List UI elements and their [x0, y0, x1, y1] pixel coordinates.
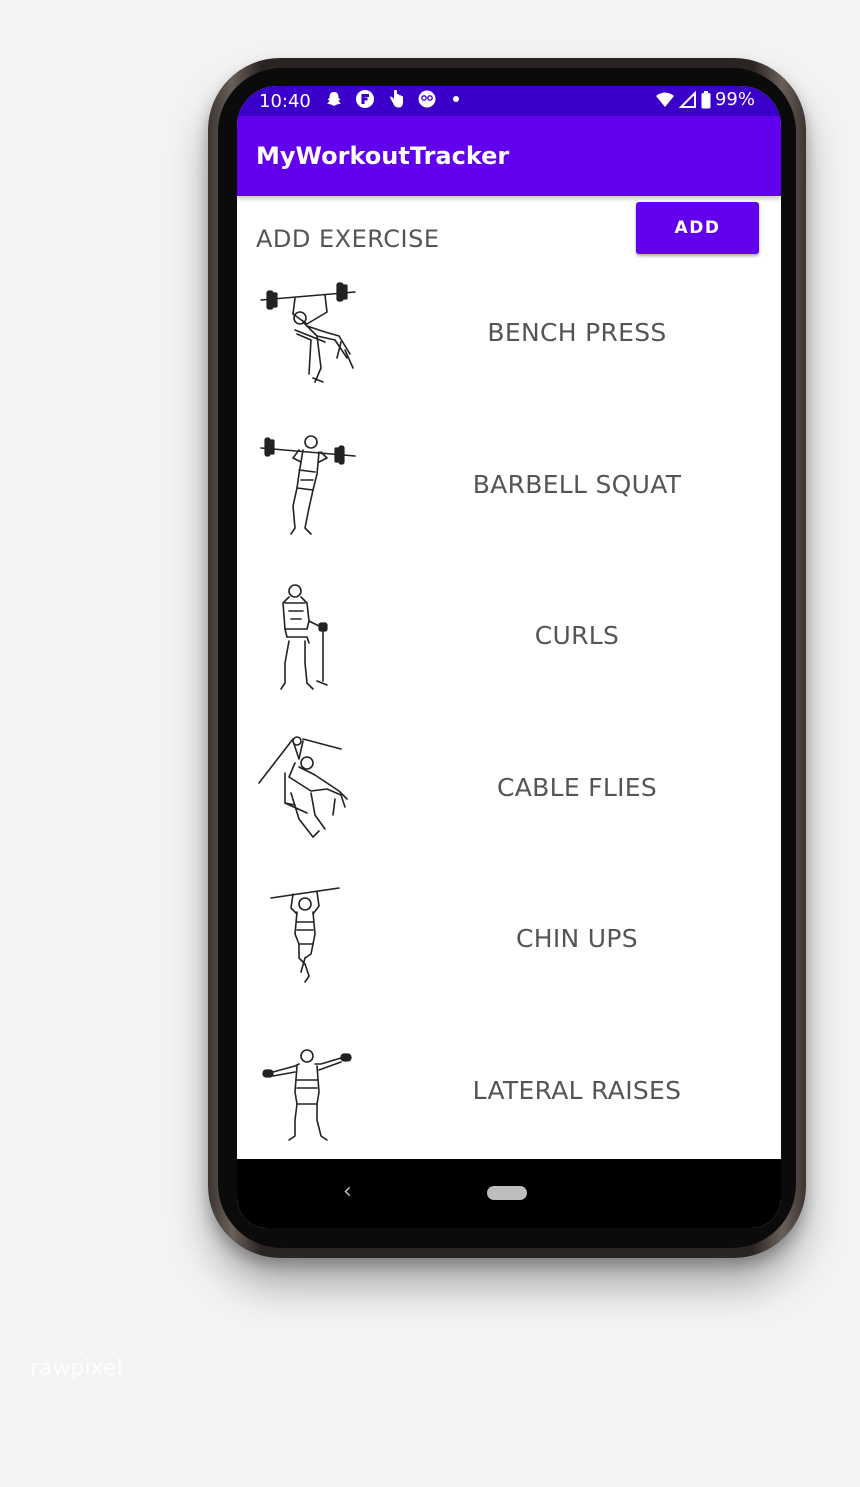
battery-percent: 99% [714, 89, 755, 110]
flipboard-icon [356, 90, 374, 108]
exercise-name: BARBELL SQUAT [472, 469, 682, 499]
hand-icon [390, 89, 403, 108]
stage: 10:40 99% MyWorkoutTracker ADD EXERCISE … [0, 0, 860, 1487]
wifi-icon [655, 92, 674, 107]
add-button[interactable]: ADD [636, 202, 759, 254]
phone-screen: 10:40 99% MyWorkoutTracker ADD EXERCISE … [237, 86, 781, 1228]
app-title: MyWorkoutTracker [256, 142, 510, 170]
signal-icon [678, 90, 696, 108]
cable-flies-figure [258, 735, 348, 838]
list-item[interactable]: BENCH PRESS [237, 276, 781, 428]
list-item[interactable]: BARBELL SQUAT [237, 428, 781, 580]
list-item[interactable]: CURLS [237, 579, 781, 731]
bench-press-figure [260, 282, 356, 383]
navigation-bar: ‹ [237, 1159, 781, 1228]
exercise-name: CHIN UPS [516, 924, 638, 953]
chin-ups-figure [270, 887, 340, 983]
lateral-raises-figure [262, 1048, 352, 1141]
notification-icons [325, 89, 459, 109]
exercise-name: LATERAL RAISES [472, 1075, 682, 1105]
exercise-name: CURLS [534, 621, 620, 650]
face-icon [418, 90, 436, 108]
list-item[interactable]: CABLE FLIES [237, 731, 781, 883]
barbell-squat-figure [260, 434, 356, 535]
back-icon[interactable]: ‹ [343, 1179, 352, 1204]
app-bar: MyWorkoutTracker [237, 116, 781, 196]
dot-icon [453, 96, 459, 102]
curls-figure [280, 584, 328, 690]
home-pill-icon[interactable] [487, 1186, 527, 1200]
add-exercise-label: ADD EXERCISE [256, 225, 440, 253]
exercise-name: BENCH PRESS [487, 318, 667, 347]
snapchat-icon [327, 92, 341, 106]
status-time: 10:40 [259, 91, 311, 112]
system-status: 99% [655, 89, 755, 110]
list-item[interactable]: CHIN UPS [237, 882, 781, 1034]
battery-icon [701, 90, 711, 108]
status-bar: 10:40 99% [237, 86, 781, 116]
exercise-name: CABLE FLIES [496, 772, 658, 802]
watermark: rawpixel [30, 1356, 123, 1381]
exercise-list: BENCH PRESS BARBELL SQUAT CURLS CABLE FL… [237, 276, 781, 1185]
